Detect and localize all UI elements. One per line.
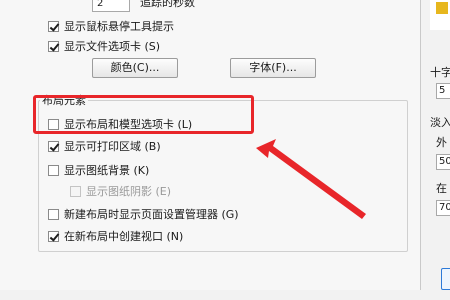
fonts-button[interactable]: 字体(F)... — [230, 58, 316, 78]
inplace-label: 在 — [436, 182, 447, 195]
create-viewport-checkbox[interactable] — [48, 230, 59, 242]
page-setup-manager-checkbox[interactable] — [48, 208, 59, 220]
rollover-tooltips-checkbox[interactable] — [48, 20, 59, 32]
paper-background-label: 显示图纸背景 (K) — [64, 164, 150, 177]
display-tab-panel: 2 追踪的秒数 显示鼠标悬停工具提示 显示文件选项卡 (S) 颜色(C)... … — [0, 0, 421, 290]
paper-background-row[interactable]: 显示图纸背景 (K) — [48, 162, 149, 178]
printable-area-label: 显示可打印区域 (B) — [64, 140, 161, 153]
outer-label: 外 — [436, 136, 447, 149]
crosshair-size-field[interactable]: 5 — [436, 83, 450, 99]
paper-background-checkbox[interactable] — [48, 164, 59, 176]
precision-label: 追踪的秒数 — [140, 0, 195, 9]
crosshair-label: 十字 — [430, 66, 450, 79]
paper-shadow-row[interactable]: 显示图纸阴影 (E) — [70, 183, 171, 199]
printable-area-checkbox[interactable] — [48, 140, 59, 152]
colors-button[interactable]: 颜色(C)... — [92, 58, 178, 78]
rollover-tooltips-label: 显示鼠标悬停工具提示 — [64, 20, 174, 33]
file-tabs-checkbox[interactable] — [48, 40, 59, 52]
file-tabs-row[interactable]: 显示文件选项卡 (S) — [48, 38, 160, 54]
precision-label-row: 追踪的秒数 — [140, 0, 195, 10]
file-tabs-label: 显示文件选项卡 (S) — [64, 40, 161, 53]
options-dialog: 2 追踪的秒数 显示鼠标悬停工具提示 显示文件选项卡 (S) 颜色(C)... … — [0, 0, 450, 300]
highlight-box — [33, 95, 254, 134]
paper-shadow-checkbox[interactable] — [70, 185, 81, 197]
outer-value-field[interactable]: 50 — [436, 154, 450, 170]
create-viewport-label: 在新布局中创建视口 (N) — [64, 230, 184, 243]
precision-spinner[interactable]: 2 — [92, 0, 130, 12]
preview-icon — [436, 2, 448, 14]
inplace-value-field[interactable]: 70 — [436, 200, 450, 216]
page-setup-manager-label: 新建布局时显示页面设置管理器 (G) — [64, 208, 239, 221]
paper-shadow-label: 显示图纸阴影 (E) — [86, 185, 172, 198]
printable-area-row[interactable]: 显示可打印区域 (B) — [48, 138, 161, 154]
dialog-action-button[interactable] — [441, 268, 450, 290]
fade-control-label: 淡入 — [430, 116, 450, 129]
rollover-tooltips-row[interactable]: 显示鼠标悬停工具提示 — [48, 18, 174, 34]
page-setup-manager-row[interactable]: 新建布局时显示页面设置管理器 (G) — [48, 206, 239, 222]
create-viewport-row[interactable]: 在新布局中创建视口 (N) — [48, 228, 183, 244]
